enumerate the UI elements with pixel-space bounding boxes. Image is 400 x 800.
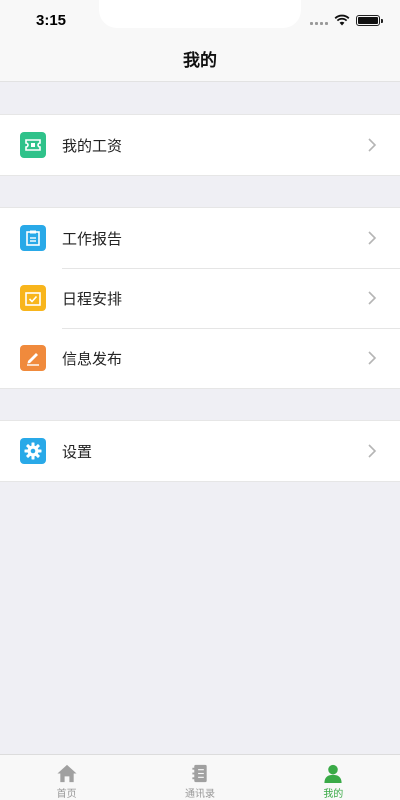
tab-contacts[interactable]: 通讯录 [133, 755, 266, 800]
menu-item-salary[interactable]: 我的工资 [0, 115, 400, 175]
menu-item-schedule[interactable]: 日程安排 [0, 268, 400, 328]
tab-label: 首页 [56, 789, 77, 800]
wifi-icon [334, 14, 350, 26]
status-bar: 3:15 [0, 0, 400, 36]
schedule-icon [20, 285, 46, 311]
menu-item-label: 我的工资 [62, 136, 123, 155]
report-icon [20, 225, 46, 251]
home-icon [57, 764, 77, 783]
chevron-right-icon [368, 444, 377, 458]
tab-bar: 首页 通讯录 我的 [0, 754, 400, 800]
contacts-icon [192, 764, 207, 783]
settings-icon [20, 438, 46, 464]
status-icons [310, 14, 383, 26]
tab-label: 通讯录 [184, 789, 215, 800]
menu-group-salary: 我的工资 [0, 114, 400, 176]
publish-icon [20, 345, 46, 371]
salary-icon [20, 132, 46, 158]
profile-icon [324, 764, 342, 784]
tab-label: 我的 [323, 789, 344, 800]
page-title: 我的 [183, 51, 217, 71]
chevron-right-icon [368, 138, 377, 152]
menu-item-label: 工作报告 [62, 229, 123, 248]
battery-icon [356, 14, 383, 26]
menu-item-label: 日程安排 [62, 289, 123, 308]
signal-icon [310, 15, 328, 25]
menu-group-settings: 设置 [0, 420, 400, 482]
screen: 3:15 我的 我的工资 工作报告 日程安排 信息发布 设置 首页 通讯录 我的 [0, 0, 400, 800]
nav-bar: 我的 [0, 36, 400, 82]
menu-group-work: 工作报告 日程安排 信息发布 [0, 207, 400, 389]
tab-home[interactable]: 首页 [0, 755, 133, 800]
notch [99, 0, 301, 28]
chevron-right-icon [368, 231, 377, 245]
tab-profile[interactable]: 我的 [267, 755, 400, 800]
menu-item-settings[interactable]: 设置 [0, 421, 400, 481]
menu-item-publish[interactable]: 信息发布 [0, 328, 400, 388]
menu-item-label: 设置 [62, 442, 93, 461]
status-time: 3:15 [36, 12, 67, 29]
chevron-right-icon [368, 351, 377, 365]
menu-item-work-report[interactable]: 工作报告 [0, 208, 400, 268]
menu-item-label: 信息发布 [62, 349, 123, 368]
chevron-right-icon [368, 291, 377, 305]
